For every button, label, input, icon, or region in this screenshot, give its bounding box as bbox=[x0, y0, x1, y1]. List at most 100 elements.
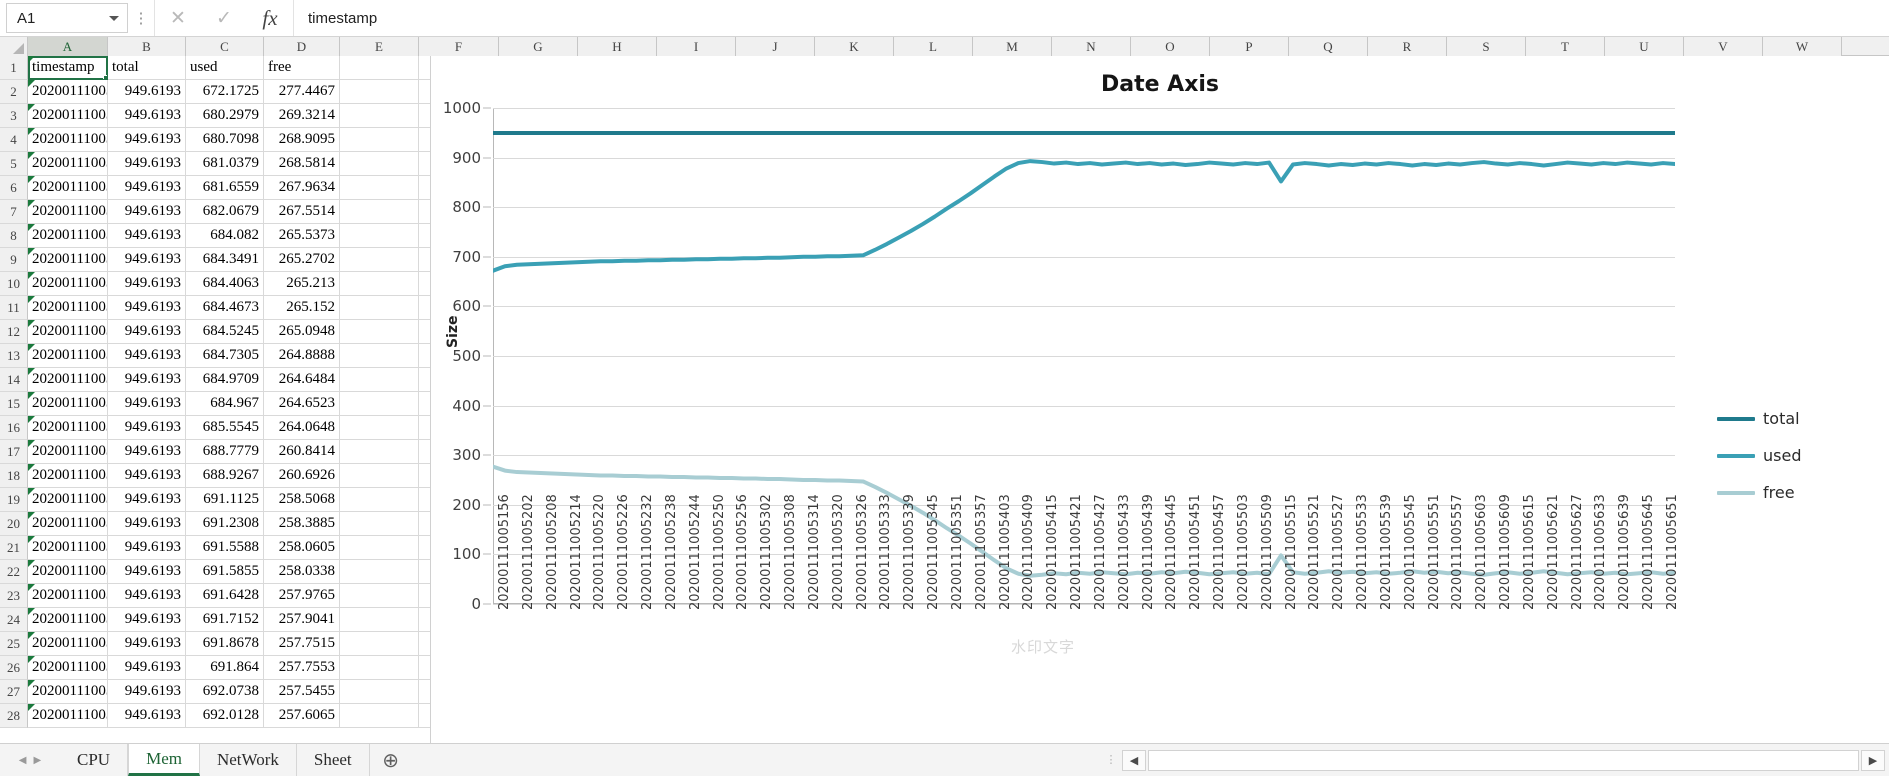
cell-C15[interactable]: 684.967 bbox=[186, 392, 264, 416]
cell-E13[interactable] bbox=[340, 344, 419, 368]
cell-D7[interactable]: 267.5514 bbox=[264, 200, 340, 224]
cell-C22[interactable]: 691.5855 bbox=[186, 560, 264, 584]
add-sheet-button[interactable]: ⊕ bbox=[370, 744, 412, 776]
cell-E24[interactable] bbox=[340, 608, 419, 632]
cell-B2[interactable]: 949.6193 bbox=[108, 80, 186, 104]
column-header-b[interactable]: B bbox=[108, 37, 186, 56]
cell-B25[interactable]: 949.6193 bbox=[108, 632, 186, 656]
cell-E27[interactable] bbox=[340, 680, 419, 704]
cell-A6[interactable]: 20200111005200 bbox=[28, 176, 108, 200]
chevron-down-icon[interactable] bbox=[109, 16, 119, 21]
cell-A17[interactable]: 20200111005211 bbox=[28, 440, 108, 464]
cell-C9[interactable]: 684.3491 bbox=[186, 248, 264, 272]
cell-A21[interactable]: 20200111005215 bbox=[28, 536, 108, 560]
column-header-c[interactable]: C bbox=[186, 37, 264, 56]
cell-C7[interactable]: 682.0679 bbox=[186, 200, 264, 224]
cell-E22[interactable] bbox=[340, 560, 419, 584]
cancel-formula-button[interactable]: ✕ bbox=[155, 3, 201, 34]
cell-B12[interactable]: 949.6193 bbox=[108, 320, 186, 344]
cell-E21[interactable] bbox=[340, 536, 419, 560]
column-header-d[interactable]: D bbox=[264, 37, 340, 56]
cell-E5[interactable] bbox=[340, 152, 419, 176]
cell-D10[interactable]: 265.213 bbox=[264, 272, 340, 296]
name-box[interactable]: A1 bbox=[6, 3, 128, 33]
cell-E14[interactable] bbox=[340, 368, 419, 392]
more-options-icon[interactable]: ⋮ bbox=[128, 0, 154, 36]
row-header-27[interactable]: 27 bbox=[0, 680, 28, 704]
cell-C20[interactable]: 691.2308 bbox=[186, 512, 264, 536]
insert-function-icon[interactable]: fx bbox=[247, 3, 293, 34]
column-header-a[interactable]: A bbox=[28, 37, 108, 56]
cell-D24[interactable]: 257.9041 bbox=[264, 608, 340, 632]
row-header-15[interactable]: 15 bbox=[0, 392, 28, 416]
cell-B10[interactable]: 949.6193 bbox=[108, 272, 186, 296]
cell-C16[interactable]: 685.5545 bbox=[186, 416, 264, 440]
cell-B8[interactable]: 949.6193 bbox=[108, 224, 186, 248]
cell-D12[interactable]: 265.0948 bbox=[264, 320, 340, 344]
cell-A16[interactable]: 20200111005210 bbox=[28, 416, 108, 440]
row-header-21[interactable]: 21 bbox=[0, 536, 28, 560]
column-header-f[interactable]: F bbox=[419, 37, 499, 56]
cell-E7[interactable] bbox=[340, 200, 419, 224]
cell-C25[interactable]: 691.8678 bbox=[186, 632, 264, 656]
cell-C10[interactable]: 684.4063 bbox=[186, 272, 264, 296]
confirm-formula-button[interactable]: ✓ bbox=[201, 3, 247, 34]
cell-B27[interactable]: 949.6193 bbox=[108, 680, 186, 704]
cell-B21[interactable]: 949.6193 bbox=[108, 536, 186, 560]
cell-C13[interactable]: 684.7305 bbox=[186, 344, 264, 368]
cell-E19[interactable] bbox=[340, 488, 419, 512]
cell-E23[interactable] bbox=[340, 584, 419, 608]
cell-C24[interactable]: 691.7152 bbox=[186, 608, 264, 632]
cell-C27[interactable]: 692.0738 bbox=[186, 680, 264, 704]
cell-C23[interactable]: 691.6428 bbox=[186, 584, 264, 608]
cell-D27[interactable]: 257.5455 bbox=[264, 680, 340, 704]
cell-D3[interactable]: 269.3214 bbox=[264, 104, 340, 128]
sheet-tab-cpu[interactable]: CPU bbox=[60, 744, 129, 776]
cell-A27[interactable]: 20200111005221 bbox=[28, 680, 108, 704]
cell-C28[interactable]: 692.0128 bbox=[186, 704, 264, 728]
select-all-corner[interactable] bbox=[0, 37, 28, 56]
cell-C3[interactable]: 680.2979 bbox=[186, 104, 264, 128]
column-header-e[interactable]: E bbox=[340, 37, 419, 56]
row-header-6[interactable]: 6 bbox=[0, 176, 28, 200]
cell-E10[interactable] bbox=[340, 272, 419, 296]
row-header-18[interactable]: 18 bbox=[0, 464, 28, 488]
cell-B15[interactable]: 949.6193 bbox=[108, 392, 186, 416]
legend-item-free[interactable]: free bbox=[1717, 480, 1801, 505]
chart-legend[interactable]: total used free bbox=[1717, 406, 1801, 517]
cell-C26[interactable]: 691.864 bbox=[186, 656, 264, 680]
cell-E17[interactable] bbox=[340, 440, 419, 464]
cell-A2[interactable]: 20200111005156 bbox=[28, 80, 108, 104]
cell-A15[interactable]: 20200111005209 bbox=[28, 392, 108, 416]
cell-B6[interactable]: 949.6193 bbox=[108, 176, 186, 200]
cell-B13[interactable]: 949.6193 bbox=[108, 344, 186, 368]
cell-E15[interactable] bbox=[340, 392, 419, 416]
cell-A5[interactable]: 20200111005159 bbox=[28, 152, 108, 176]
scrollbar-grip-icon[interactable]: ⋮ bbox=[1100, 754, 1122, 766]
row-header-5[interactable]: 5 bbox=[0, 152, 28, 176]
row-header-14[interactable]: 14 bbox=[0, 368, 28, 392]
scroll-track[interactable] bbox=[1148, 749, 1859, 771]
cell-D9[interactable]: 265.2702 bbox=[264, 248, 340, 272]
cell-C19[interactable]: 691.1125 bbox=[186, 488, 264, 512]
row-header-26[interactable]: 26 bbox=[0, 656, 28, 680]
cell-A9[interactable]: 20200111005203 bbox=[28, 248, 108, 272]
cell-C1[interactable]: used bbox=[186, 56, 264, 80]
cell-A4[interactable]: 20200111005158 bbox=[28, 128, 108, 152]
column-header-j[interactable]: J bbox=[736, 37, 815, 56]
cell-C17[interactable]: 688.7779 bbox=[186, 440, 264, 464]
cell-D21[interactable]: 258.0605 bbox=[264, 536, 340, 560]
cell-E3[interactable] bbox=[340, 104, 419, 128]
legend-item-total[interactable]: total bbox=[1717, 406, 1801, 431]
cell-A24[interactable]: 20200111005218 bbox=[28, 608, 108, 632]
cell-D1[interactable]: free bbox=[264, 56, 340, 80]
column-header-h[interactable]: H bbox=[578, 37, 657, 56]
cell-C6[interactable]: 681.6559 bbox=[186, 176, 264, 200]
cell-D8[interactable]: 265.5373 bbox=[264, 224, 340, 248]
cell-C11[interactable]: 684.4673 bbox=[186, 296, 264, 320]
cell-A13[interactable]: 20200111005207 bbox=[28, 344, 108, 368]
cell-A23[interactable]: 20200111005217 bbox=[28, 584, 108, 608]
row-header-22[interactable]: 22 bbox=[0, 560, 28, 584]
row-header-10[interactable]: 10 bbox=[0, 272, 28, 296]
cell-A7[interactable]: 20200111005201 bbox=[28, 200, 108, 224]
